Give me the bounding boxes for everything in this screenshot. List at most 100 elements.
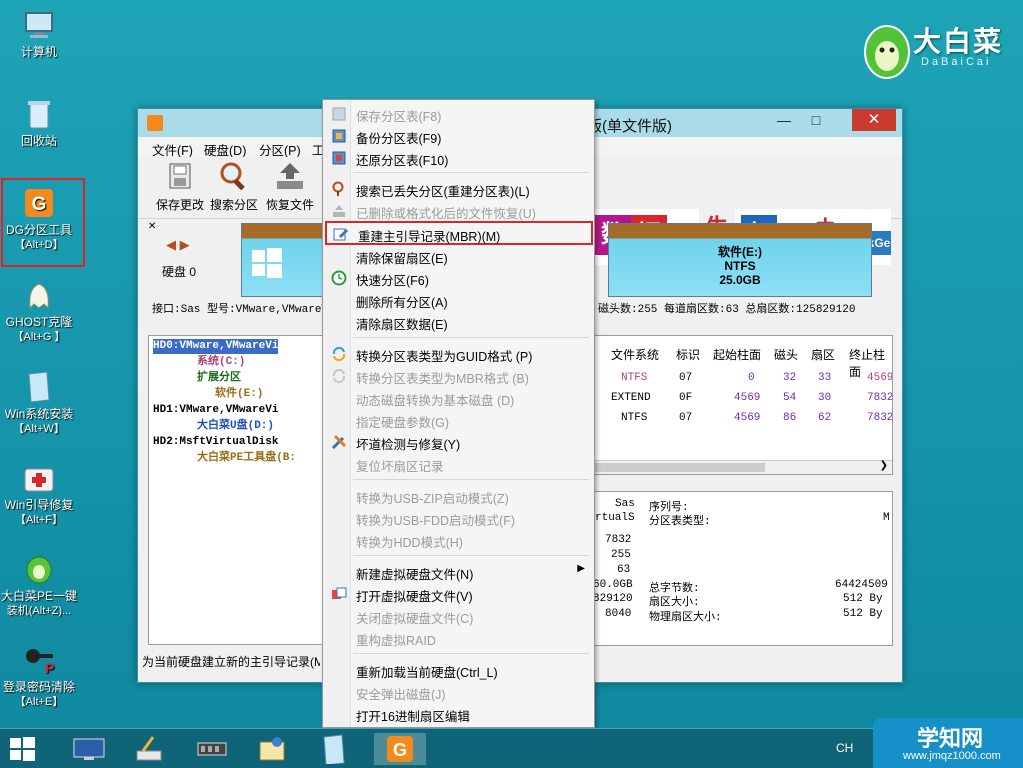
detail-value: 829120 xyxy=(593,593,633,605)
partition-system-block[interactable] xyxy=(241,223,325,297)
tree-item-hd2[interactable]: HD2:MsftVirtualDisk xyxy=(153,435,278,450)
menu-item-reload-disk[interactable]: 重新加载当前硬盘(Ctrl_L) xyxy=(325,659,593,681)
recycle-bin-icon xyxy=(22,97,56,131)
menu-item-set-disk-params[interactable]: 指定硬盘参数(G) xyxy=(325,409,593,431)
cabbage-mascot-icon xyxy=(864,25,910,79)
edit-icon xyxy=(333,226,349,242)
disk-tree: HD0:VMware,VMwareVi 系统(C:) 扩展分区 软件(E:) H… xyxy=(148,335,323,645)
convert-icon xyxy=(331,368,347,384)
desktop-icon-computer[interactable]: 计算机 xyxy=(0,8,78,60)
partition-software-block[interactable]: 软件(E:) NTFS 25.0GB xyxy=(608,223,872,297)
svg-text:G: G xyxy=(393,740,407,760)
detail-label: 物理扇区大小: xyxy=(649,612,722,624)
menu-item-usb-zip-mode[interactable]: 转换为USB-ZIP启动模式(Z) xyxy=(325,485,593,507)
table-header: 标识 xyxy=(676,348,701,362)
desktop-icon-ghost[interactable]: GHOST克隆 【Alt+G 】 xyxy=(0,278,78,345)
menu-item-rebuild-mbr[interactable]: 重建主引导记录(MBR)(M) xyxy=(325,221,593,245)
menu-item-hdd-mode[interactable]: 转换为HDD模式(H) xyxy=(325,529,593,551)
taskbar-hardware[interactable] xyxy=(190,733,234,765)
taskbar-toolbox[interactable] xyxy=(250,733,294,765)
menu-item-open-virtual-disk[interactable]: 打开虚拟硬盘文件(V) xyxy=(325,583,593,605)
start-button[interactable] xyxy=(0,733,44,765)
menu-item-safe-eject[interactable]: 安全弹出磁盘(J) xyxy=(325,681,593,703)
tree-item-extended[interactable]: 扩展分区 xyxy=(197,371,241,386)
menu-item-quick-partition[interactable]: 快速分区(F6) xyxy=(325,267,593,289)
partition-size: 25.0GB xyxy=(719,273,761,287)
table-cell: NTFS xyxy=(621,412,648,424)
svg-text:G: G xyxy=(32,194,47,215)
taskbar-installer[interactable] xyxy=(312,733,356,765)
table-cell: 30 xyxy=(818,392,832,404)
menu-item-clear-reserved-sectors[interactable]: 清除保留扇区(E) xyxy=(325,245,593,267)
first-aid-icon xyxy=(22,461,56,495)
toolbox-icon xyxy=(259,737,285,761)
desktop-icon-win-install[interactable]: Win系统安装 【Alt+W】 xyxy=(0,370,78,437)
table-cell: 7832 xyxy=(867,412,893,424)
menu-item-usb-fdd-mode[interactable]: 转换为USB-FDD启动模式(F) xyxy=(325,507,593,529)
desktop-icon-boot-repair[interactable]: Win引导修复 【Alt+F】 xyxy=(0,461,78,528)
menu-item-rebuild-raid[interactable]: 重构虚拟RAID xyxy=(325,627,593,649)
menu-item-restore-partition-table[interactable]: 还原分区表(F10) xyxy=(325,147,593,169)
tree-item-hd0[interactable]: HD0:VMware,VMwareVi xyxy=(153,339,279,354)
disk-details: Sas rtualS 7832 255 63 60.0GB 829120 804… xyxy=(590,491,893,646)
taskbar-diskgenius[interactable]: G xyxy=(374,733,426,765)
toolbar-label: 搜索分区 xyxy=(209,198,258,212)
table-scrollbar[interactable]: ❯ xyxy=(591,460,892,474)
menu-item-convert-to-guid[interactable]: 转换分区表类型为GUID格式 (P) xyxy=(325,343,593,365)
menu-item-search-lost-partitions[interactable]: 搜索已丢失分区(重建分区表)(L) xyxy=(325,178,593,200)
menu-item-close-virtual-disk[interactable]: 关闭虚拟硬盘文件(C) xyxy=(325,605,593,627)
menu-item-label: 还原分区表(F10) xyxy=(356,154,449,168)
menu-item-label: 重建主引导记录(MBR)(M) xyxy=(358,230,501,244)
broom-icon xyxy=(136,736,162,761)
menu-item-label: 新建虚拟硬盘文件(N) xyxy=(356,568,474,582)
menu-item-new-virtual-disk[interactable]: 新建虚拟硬盘文件(N) ▶ xyxy=(325,561,593,583)
menu-item-label: 转换分区表类型为GUID格式 (P) xyxy=(356,350,533,364)
menu-item-label: 动态磁盘转换为基本磁盘 (D) xyxy=(356,394,515,408)
detail-value: 63 xyxy=(617,564,631,576)
menu-item-convert-to-mbr[interactable]: 转换分区表类型为MBR格式 (B) xyxy=(325,365,593,387)
menu-item-dynamic-to-basic[interactable]: 动态磁盘转换为基本磁盘 (D) xyxy=(325,387,593,409)
tree-item-hd1[interactable]: HD1:VMware,VMwareVi xyxy=(153,403,278,418)
menu-item-label: 备份分区表(F9) xyxy=(356,132,442,146)
menu-item-delete-all-partitions[interactable]: 删除所有分区(A) xyxy=(325,289,593,311)
menu-item-recover-deleted-files[interactable]: 已删除或格式化后的文件恢复(U) xyxy=(325,200,593,222)
disk-nav-arrows[interactable]: ◀ ▶ xyxy=(166,237,190,253)
tree-item-software-e[interactable]: 软件(E:) xyxy=(215,387,263,402)
menu-item-reset-bad-sectors[interactable]: 复位坏扇区记录 xyxy=(325,453,593,475)
scroll-right-icon[interactable]: ❯ xyxy=(880,460,888,471)
menu-item-hex-editor[interactable]: 打开16进制扇区编辑 xyxy=(325,703,593,725)
disc-icon xyxy=(323,734,345,764)
input-method-indicator[interactable]: CH xyxy=(836,741,853,755)
taskbar-cleaner[interactable] xyxy=(127,733,171,765)
desktop-icon-label: Win引导修复 xyxy=(4,498,74,512)
maximize-button[interactable]: □ xyxy=(802,109,830,131)
detail-label: 扇区大小: xyxy=(649,597,700,609)
minimize-button[interactable]: — xyxy=(770,109,798,131)
menu-item-clear-sector-data[interactable]: 清除扇区数据(E) xyxy=(325,311,593,333)
detail-value: M xyxy=(883,512,890,524)
desktop-icon-dg-partition[interactable]: G DG分区工具 【Alt+D】 xyxy=(0,186,78,253)
menu-item-save-partition-table[interactable]: 保存分区表(F8) xyxy=(325,103,593,125)
tree-item-pe-disk[interactable]: 大白菜PE工具盘(B: xyxy=(197,451,296,466)
taskbar-monitor[interactable] xyxy=(67,733,111,765)
table-cell: 07 xyxy=(679,412,693,424)
menu-item-label: 保存分区表(F8) xyxy=(356,110,442,124)
desktop-icon-password-clear[interactable]: P 登录密码清除 【Alt+E】 xyxy=(0,643,78,710)
tree-item-system-c[interactable]: 系统(C:) xyxy=(197,355,245,370)
desktop-icon-label: DG分区工具 xyxy=(5,223,72,237)
menu-item-label: 重新加载当前硬盘(Ctrl_L) xyxy=(356,666,498,680)
restore-icon xyxy=(331,150,347,166)
save-changes-button[interactable]: 保存更改 xyxy=(152,161,208,213)
close-panel-icon[interactable]: ✕ xyxy=(148,221,156,232)
menu-item-backup-partition-table[interactable]: 备份分区表(F9) xyxy=(325,125,593,147)
save-icon xyxy=(169,163,191,189)
recover-files-button[interactable]: 恢复文件 xyxy=(262,161,318,213)
menu-item-bad-sector-check[interactable]: 坏道检测与修复(Y) xyxy=(325,431,593,453)
tree-item-usb-d[interactable]: 大白菜U盘(D:) xyxy=(197,419,274,434)
desktop-icon-one-click-install[interactable]: 大白菜PE一键 装机(Alt+Z)... xyxy=(0,552,78,619)
close-button[interactable]: ✕ xyxy=(852,109,896,131)
disk-geometry-info: 磁头数:255 每道扇区数:63 总扇区数:125829120 xyxy=(598,304,856,316)
search-partition-button[interactable]: 搜索分区 xyxy=(206,161,262,213)
desktop-icon-recycle-bin[interactable]: 回收站 xyxy=(0,97,78,149)
menu-item-label: 打开16进制扇区编辑 xyxy=(356,710,470,724)
